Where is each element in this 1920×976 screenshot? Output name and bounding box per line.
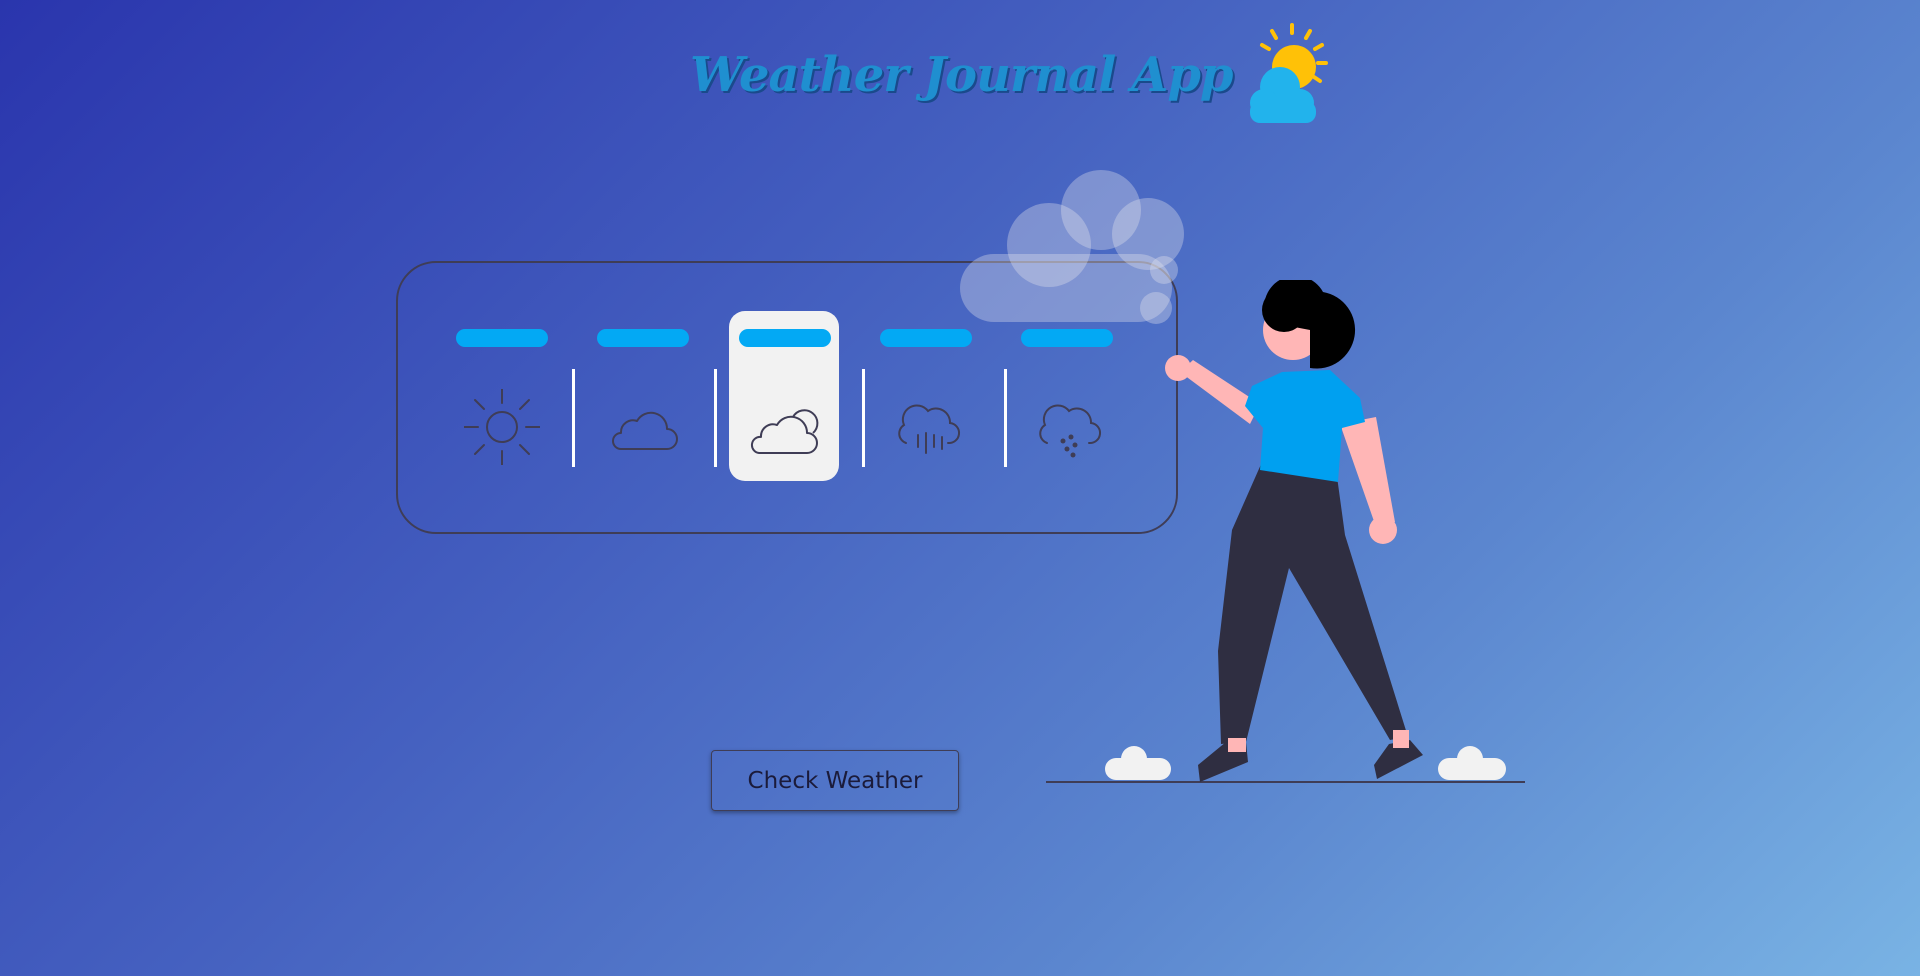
rain-cloud-icon (898, 404, 960, 454)
cloud-icon (612, 411, 678, 450)
sun-cloud-icon (1250, 23, 1329, 123)
divider (714, 369, 717, 467)
partly-cloudy-icon (750, 409, 819, 454)
option-indicator (456, 329, 548, 347)
weather-option-cloudy[interactable] (579, 263, 689, 536)
weather-option-sun[interactable] (438, 263, 548, 536)
weather-option-rain[interactable] (862, 263, 972, 536)
option-indicator (597, 329, 689, 347)
app-title: Weather Journal App (690, 47, 1233, 103)
option-indicator (739, 329, 831, 347)
sun-icon (464, 389, 540, 465)
ground-clouds (1105, 746, 1506, 780)
weather-option-partly-cloudy[interactable] (721, 263, 839, 536)
divider (572, 369, 575, 467)
check-weather-button[interactable]: Check Weather (711, 750, 959, 811)
person-illustration (1046, 280, 1525, 783)
header: Weather Journal App (690, 20, 1336, 130)
